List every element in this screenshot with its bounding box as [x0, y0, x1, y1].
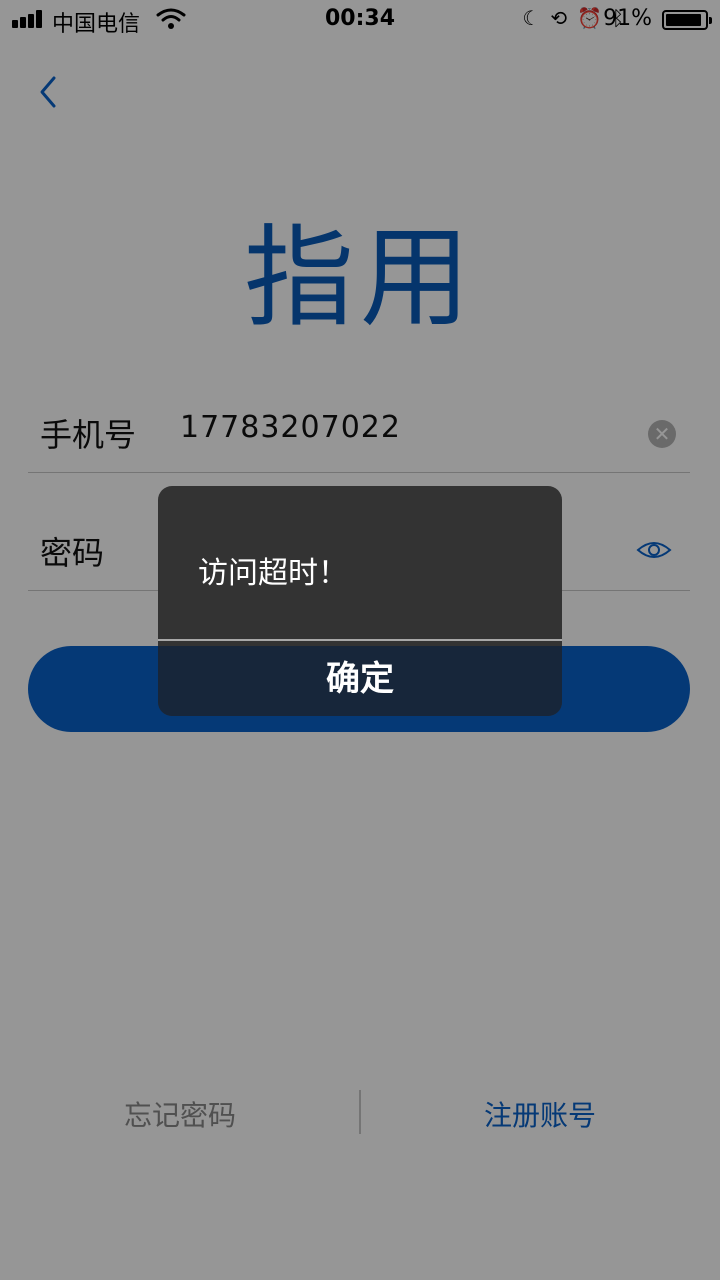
confirm-button[interactable]: 确定: [158, 646, 562, 716]
alert-message: 访问超时！: [198, 556, 348, 591]
alert-dialog: 访问超时！ 确定: [158, 486, 562, 716]
dialog-divider: [158, 639, 562, 641]
